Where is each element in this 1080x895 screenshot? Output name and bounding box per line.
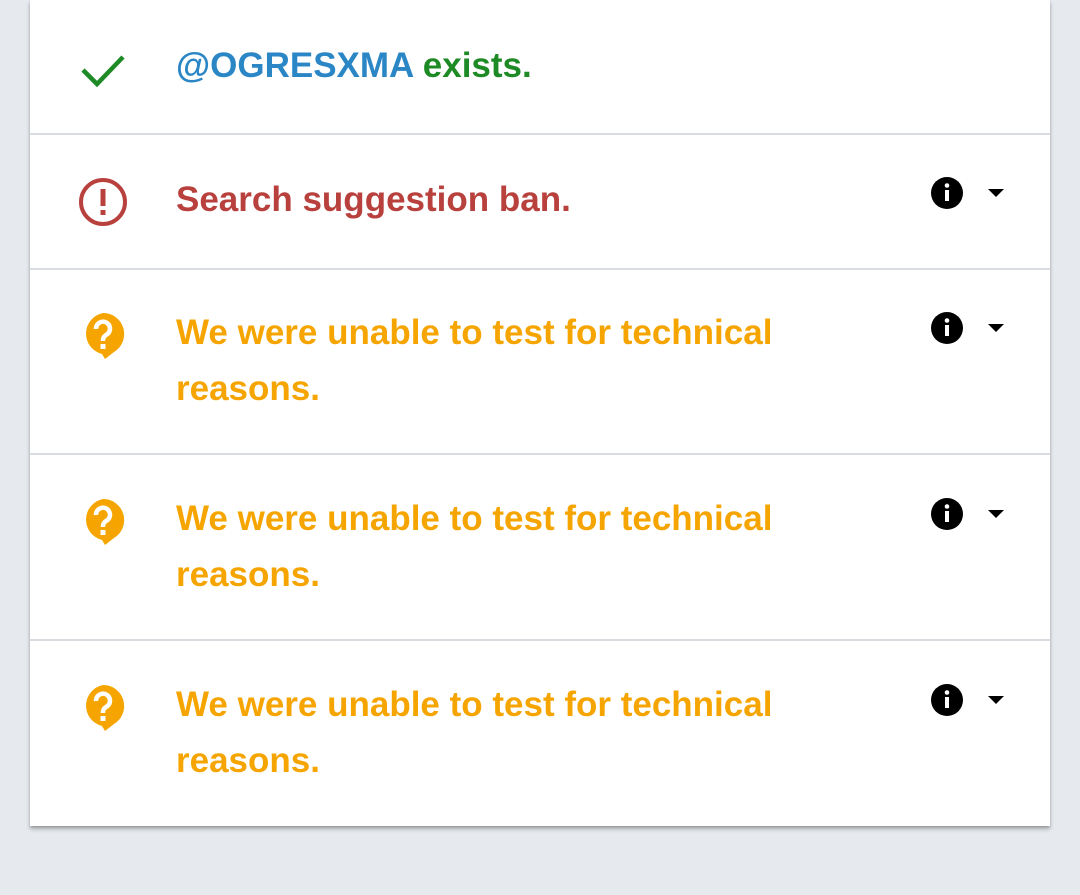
info-icon[interactable]	[930, 683, 964, 717]
result-text: @OGRESXMA exists.	[176, 38, 806, 94]
result-text: We were unable to test for technical rea…	[176, 685, 773, 780]
row-controls	[930, 497, 1006, 531]
row-controls	[930, 311, 1006, 345]
info-icon[interactable]	[930, 311, 964, 345]
result-text: We were unable to test for technical rea…	[176, 499, 773, 594]
result-row-unknown[interactable]: We were unable to test for technical rea…	[30, 270, 1050, 455]
info-icon[interactable]	[930, 176, 964, 210]
chevron-down-icon[interactable]	[986, 694, 1006, 706]
question-bubble-icon	[78, 681, 128, 731]
result-row-search-suggestion-ban[interactable]: Search suggestion ban.	[30, 135, 1050, 270]
chevron-down-icon[interactable]	[986, 322, 1006, 334]
exists-text: exists.	[422, 46, 532, 85]
result-text: Search suggestion ban.	[176, 180, 571, 219]
result-row-unknown[interactable]: We were unable to test for technical rea…	[30, 455, 1050, 641]
question-bubble-icon	[78, 309, 128, 359]
result-row-exists: @OGRESXMA exists.	[30, 0, 1050, 135]
exclamation-circle-icon	[78, 177, 128, 227]
results-card: @OGRESXMA exists. Search suggestion ban.	[30, 0, 1050, 826]
checkmark-icon	[78, 44, 128, 94]
chevron-down-icon[interactable]	[986, 508, 1006, 520]
info-icon[interactable]	[930, 497, 964, 531]
row-controls	[930, 683, 1006, 717]
question-bubble-icon	[78, 495, 128, 545]
chevron-down-icon[interactable]	[986, 187, 1006, 199]
row-controls	[930, 176, 1006, 210]
result-text: We were unable to test for technical rea…	[176, 313, 773, 408]
username-handle: @OGRESXMA	[176, 46, 414, 85]
result-row-unknown[interactable]: We were unable to test for technical rea…	[30, 641, 1050, 826]
